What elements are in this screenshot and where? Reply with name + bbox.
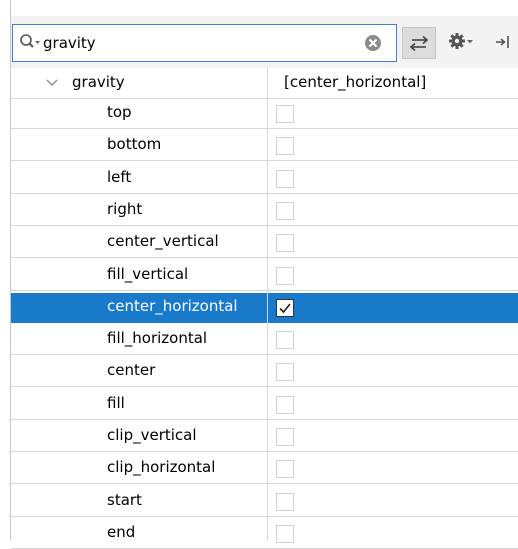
collapse-icon [496, 36, 509, 48]
flag-row[interactable]: center_vertical [11, 228, 518, 258]
flag-row[interactable]: right [11, 196, 518, 226]
flag-label: fill_horizontal [107, 329, 208, 347]
clear-icon[interactable] [364, 34, 382, 52]
flag-label: top [107, 103, 132, 121]
flag-row[interactable]: left [11, 164, 518, 194]
gear-icon [449, 33, 473, 49]
property-value[interactable]: [center_horizontal] [284, 73, 426, 91]
flag-checkbox[interactable] [276, 428, 294, 446]
flag-value-cell [268, 487, 518, 516]
flag-value-cell [268, 357, 518, 386]
search-input[interactable]: gravity [12, 24, 397, 62]
flag-row[interactable]: fill_horizontal [11, 325, 518, 355]
flag-checkbox[interactable] [276, 460, 294, 478]
flag-row[interactable]: start [11, 487, 518, 517]
flag-value-cell [268, 519, 518, 548]
flag-value-cell [268, 164, 518, 193]
flag-checkbox[interactable] [276, 331, 294, 349]
flag-checkbox[interactable] [276, 525, 294, 543]
flag-checkbox[interactable] [276, 299, 294, 317]
flag-value-cell [268, 261, 518, 290]
flag-value-cell [268, 422, 518, 451]
flag-row[interactable]: center [11, 357, 518, 387]
property-name: gravity [72, 73, 125, 91]
flag-checkbox[interactable] [276, 396, 294, 414]
flag-label: fill_vertical [107, 265, 189, 283]
flag-label: clip_vertical [107, 426, 197, 444]
sync-icon [409, 35, 429, 52]
flag-label: clip_horizontal [107, 458, 216, 476]
settings-dropdown-button[interactable] [445, 27, 481, 59]
flag-value-cell [268, 390, 518, 419]
flag-label: center [107, 361, 156, 379]
flag-row[interactable]: top [11, 99, 518, 129]
flag-row[interactable]: fill_vertical [11, 261, 518, 291]
checkmark-icon [279, 303, 291, 314]
flag-label: bottom [107, 135, 162, 153]
collapse-button[interactable] [488, 27, 518, 59]
column-separator [267, 68, 268, 540]
flag-value-cell [268, 99, 518, 128]
flag-checkbox[interactable] [276, 105, 294, 123]
flag-label: left [107, 168, 132, 186]
flag-row[interactable]: clip_horizontal [11, 454, 518, 484]
flag-checkbox[interactable] [276, 267, 294, 285]
sync-button[interactable] [402, 27, 436, 59]
search-text[interactable]: gravity [43, 34, 96, 52]
flag-row[interactable]: clip_vertical [11, 422, 518, 452]
flag-label: end [107, 523, 136, 541]
flag-label: center_horizontal [107, 297, 238, 315]
flag-value-cell [268, 228, 518, 257]
flag-checkbox[interactable] [276, 202, 294, 220]
flag-row[interactable]: fill [11, 390, 518, 420]
flag-value-cell [268, 131, 518, 160]
flag-label: start [107, 491, 142, 509]
chevron-down-icon[interactable] [46, 78, 58, 88]
flag-checkbox[interactable] [276, 170, 294, 188]
flag-label: center_vertical [107, 232, 219, 250]
flag-label: right [107, 200, 143, 218]
flag-row[interactable]: center_horizontal [11, 293, 518, 323]
search-icon[interactable] [19, 33, 41, 53]
flag-checkbox[interactable] [276, 493, 294, 511]
flag-row[interactable]: end [11, 519, 518, 549]
flag-label: fill [107, 394, 125, 412]
flag-checkbox[interactable] [276, 137, 294, 155]
flag-checkbox[interactable] [276, 363, 294, 381]
flag-row[interactable]: bottom [11, 131, 518, 161]
flag-value-cell [268, 454, 518, 483]
flag-value-cell [268, 325, 518, 354]
flag-checkbox[interactable] [276, 234, 294, 252]
property-row-gravity[interactable]: gravity [center_horizontal] [11, 69, 518, 99]
flag-value-cell [268, 196, 518, 225]
